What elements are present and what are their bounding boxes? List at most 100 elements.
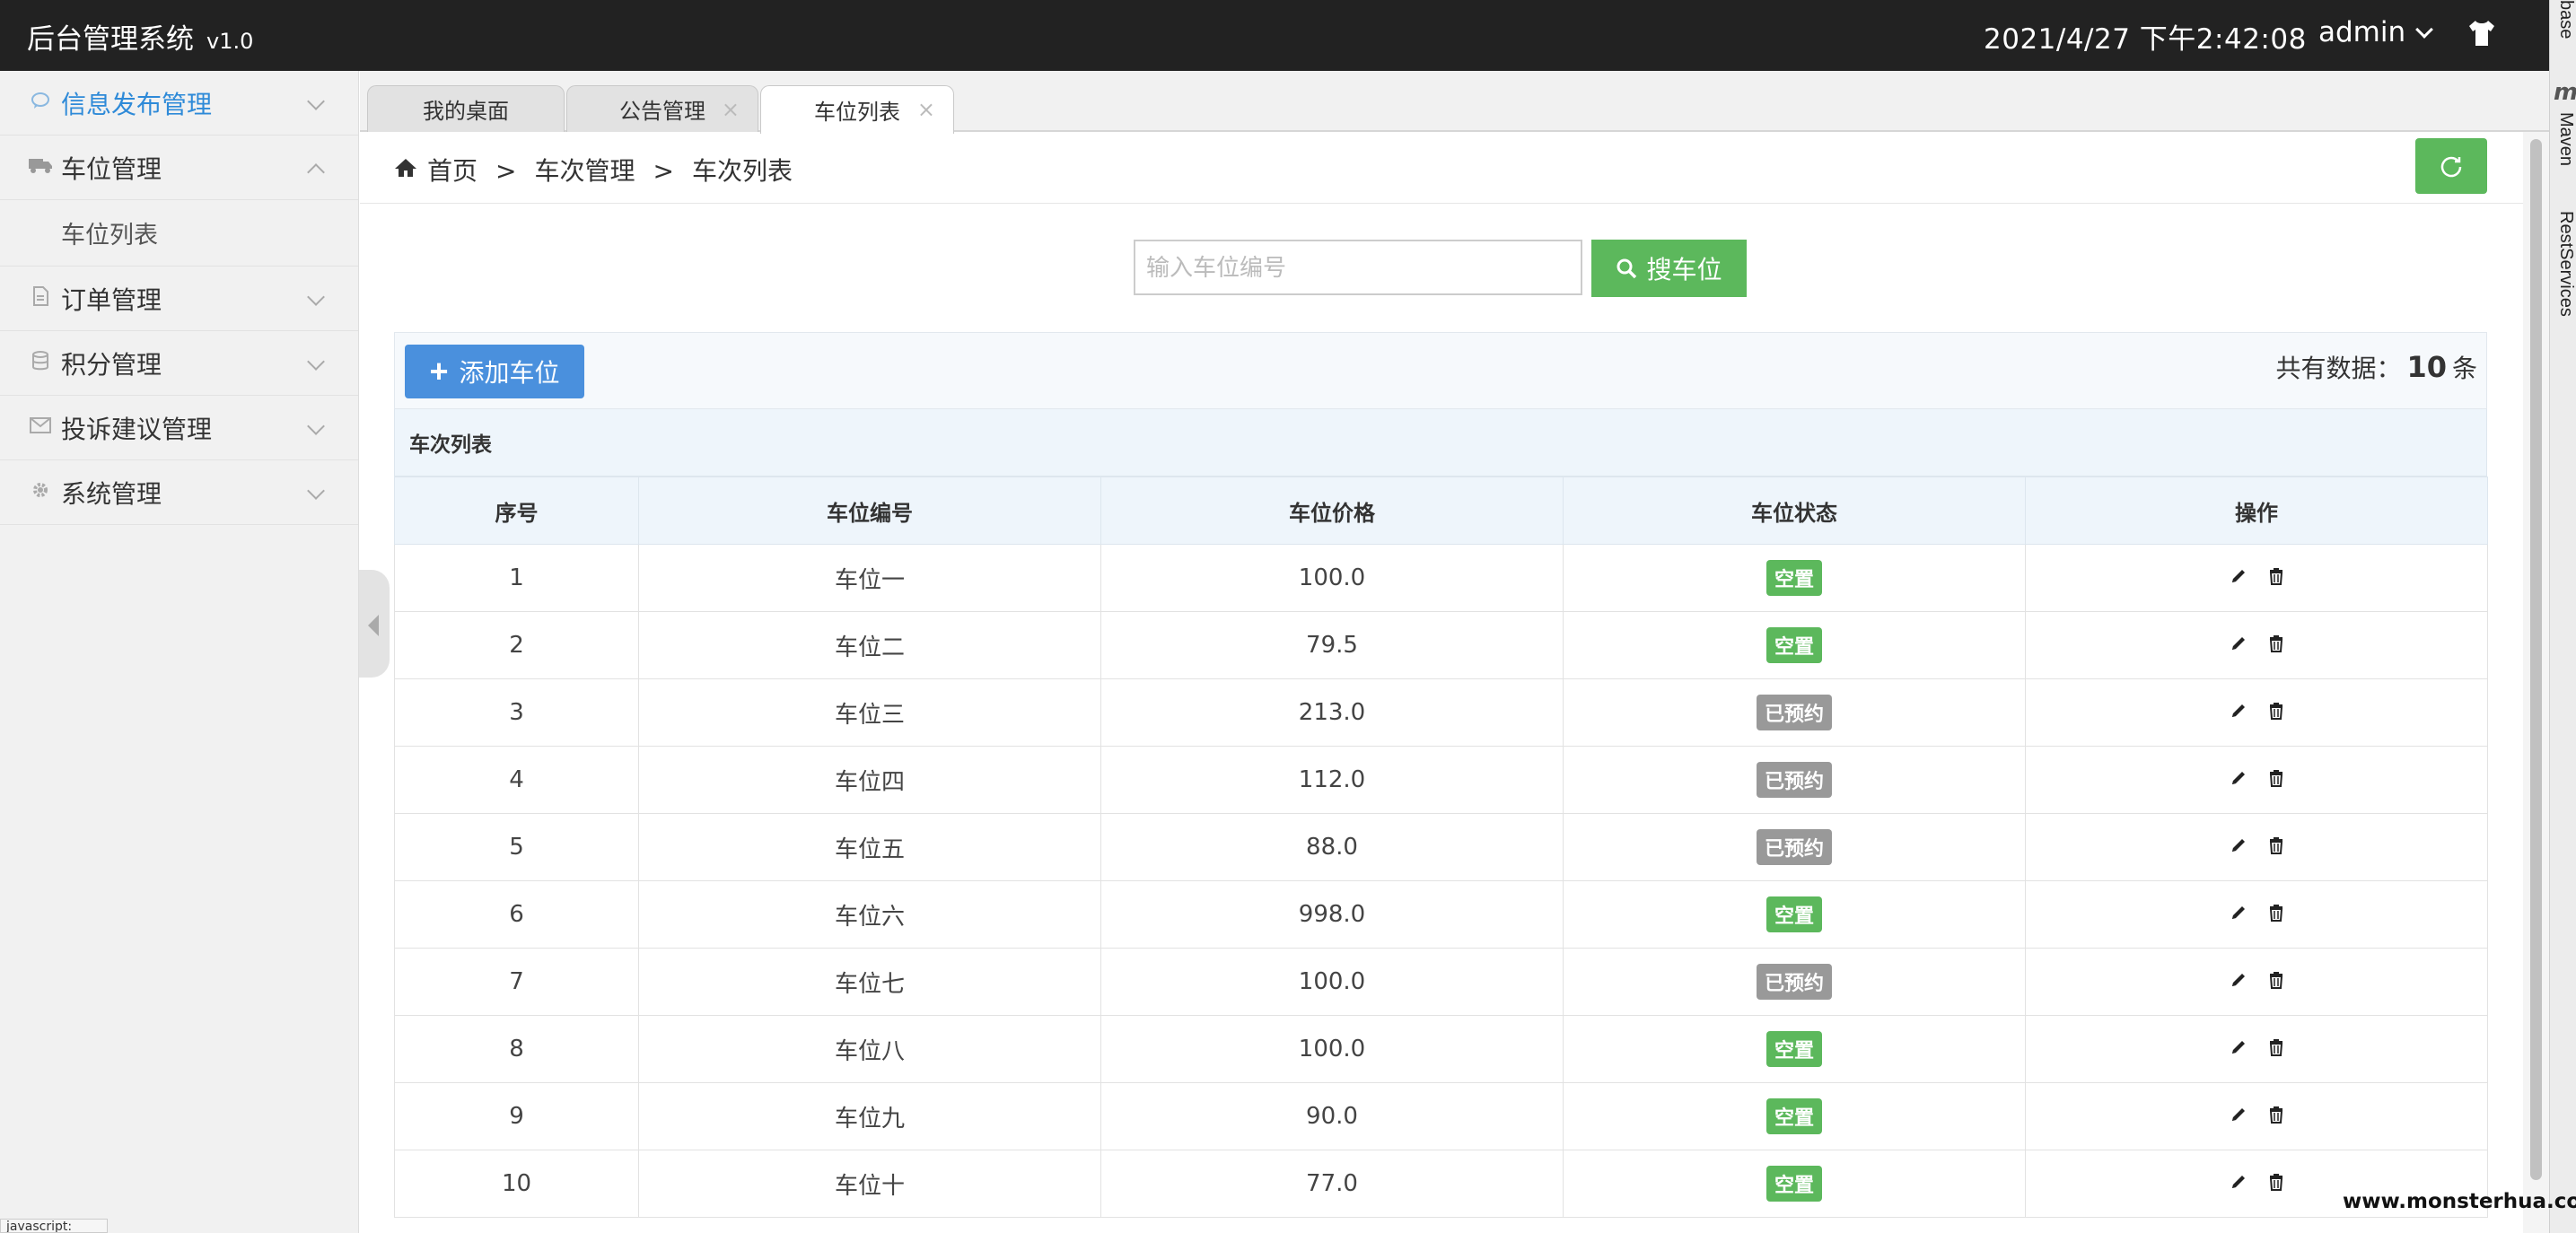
current-datetime: 2021/4/27 下午2:42:08 <box>1984 23 2307 56</box>
cell-actions <box>2025 678 2488 747</box>
chevron-down-icon <box>307 288 325 306</box>
status-badge: 已预约 <box>1756 762 1832 798</box>
search-icon <box>1617 258 1637 279</box>
tab-my-desktop[interactable]: 我的桌面 <box>367 85 565 132</box>
watermark: www.monsterhua.com <box>2343 1190 2576 1213</box>
table-header-row: 序号 车位编号 车位价格 车位状态 操作 <box>394 477 2488 545</box>
edit-icon[interactable] <box>2230 1173 2247 1191</box>
column-header-no: 序号 <box>394 477 639 545</box>
chevron-down-icon <box>307 353 325 371</box>
chevron-down-icon <box>307 92 325 110</box>
status-badge: 空置 <box>1766 1098 1822 1134</box>
cell-price: 100.0 <box>1100 544 1564 612</box>
sidebar-item-orders[interactable]: 订单管理 <box>0 267 358 331</box>
refresh-button[interactable] <box>2415 138 2487 194</box>
parking-table: 序号 车位编号 车位价格 车位状态 操作 1 车位一 100.0 空置 2 车位二 79.5… <box>394 477 2488 1218</box>
app-brand[interactable]: 后台管理系统 v1.0 <box>27 16 253 57</box>
cell-code: 车位七 <box>638 948 1101 1016</box>
delete-icon[interactable] <box>2269 769 2283 787</box>
delete-icon[interactable] <box>2269 1106 2283 1124</box>
gear-icon <box>27 480 54 505</box>
delete-icon[interactable] <box>2269 634 2283 652</box>
record-count: 共有数据： 10 条 <box>2275 349 2477 385</box>
add-button-label: 添加车位 <box>459 359 560 387</box>
sidebar-item-complaints[interactable]: 投诉建议管理 <box>0 396 358 460</box>
sidebar-item-info-publish[interactable]: 信息发布管理 <box>0 71 358 136</box>
close-icon[interactable]: × <box>722 97 740 122</box>
edit-icon[interactable] <box>2230 567 2247 585</box>
status-badge: 已预约 <box>1756 829 1832 865</box>
sidebar-item-parking[interactable]: 车位管理 <box>0 136 358 200</box>
status-badge: 已预约 <box>1756 964 1832 1000</box>
edit-icon[interactable] <box>2230 971 2247 989</box>
status-badge: 空置 <box>1766 627 1822 663</box>
cell-price: 112.0 <box>1100 746 1564 814</box>
chevron-down-icon <box>2415 21 2434 39</box>
delete-icon[interactable] <box>2269 1173 2283 1191</box>
delete-icon[interactable] <box>2269 971 2283 989</box>
parking-code-search-input[interactable] <box>1134 240 1582 295</box>
add-parking-button[interactable]: + 添加车位 <box>405 345 584 398</box>
cell-price: 213.0 <box>1100 678 1564 747</box>
cell-price: 77.0 <box>1100 1150 1564 1218</box>
cell-actions <box>2025 1015 2488 1083</box>
table-row: 6 车位六 998.0 空置 <box>394 880 2488 949</box>
delete-icon[interactable] <box>2269 904 2283 922</box>
cell-no: 9 <box>394 1082 639 1150</box>
close-icon[interactable]: × <box>917 97 935 122</box>
status-badge: 空置 <box>1766 1031 1822 1067</box>
cell-actions <box>2025 544 2488 612</box>
scrollbar-thumb[interactable] <box>2530 139 2542 1180</box>
cell-actions <box>2025 948 2488 1016</box>
breadcrumb-level1[interactable]: 车次管理 <box>534 156 635 186</box>
cell-no: 1 <box>394 544 639 612</box>
status-badge: 空置 <box>1766 1166 1822 1202</box>
delete-icon[interactable] <box>2269 1038 2283 1056</box>
sidebar-item-label: 信息发布管理 <box>61 89 213 119</box>
edit-icon[interactable] <box>2230 1106 2247 1124</box>
edit-icon[interactable] <box>2230 769 2247 787</box>
table-row: 1 车位一 100.0 空置 <box>394 544 2488 612</box>
ide-label-base[interactable]: base <box>2555 0 2576 39</box>
comment-icon <box>27 91 54 116</box>
edit-icon[interactable] <box>2230 634 2247 652</box>
search-parking-button[interactable]: 搜车位 <box>1591 240 1747 297</box>
sidebar-collapse-handle[interactable] <box>359 570 390 678</box>
cell-no: 3 <box>394 678 639 747</box>
edit-icon[interactable] <box>2230 702 2247 720</box>
user-menu[interactable]: admin <box>2318 16 2434 48</box>
table-title: 车次列表 <box>394 409 2487 477</box>
sidebar: 信息发布管理 车位管理 车位列表 订单管理 积分管理 投诉建议管理 系统管理 <box>0 71 359 1233</box>
sidebar-subitem-parking-list[interactable]: 车位列表 <box>0 200 358 267</box>
home-icon <box>395 159 416 177</box>
ide-label-restservices[interactable]: RestServices <box>2555 211 2576 317</box>
edit-icon[interactable] <box>2230 836 2247 854</box>
cell-code: 车位三 <box>638 678 1101 747</box>
user-name: admin <box>2318 16 2406 48</box>
edit-icon[interactable] <box>2230 1038 2247 1056</box>
sidebar-item-system[interactable]: 系统管理 <box>0 460 358 525</box>
tab-notice-management[interactable]: 公告管理 × <box>566 85 758 132</box>
edit-icon[interactable] <box>2230 904 2247 922</box>
tab-parking-list[interactable]: 车位列表 × <box>760 85 954 134</box>
delete-icon[interactable] <box>2269 702 2283 720</box>
table-row: 7 车位七 100.0 已预约 <box>394 948 2488 1016</box>
shirt-icon[interactable] <box>2466 18 2497 48</box>
table-row: 3 车位三 213.0 已预约 <box>394 678 2488 747</box>
breadcrumb-separator: > <box>495 156 517 186</box>
table-row: 10 车位十 77.0 空置 <box>394 1150 2488 1218</box>
cell-code: 车位八 <box>638 1015 1101 1083</box>
table-row: 9 车位九 90.0 空置 <box>394 1082 2488 1150</box>
cell-actions <box>2025 813 2488 881</box>
cell-price: 100.0 <box>1100 1015 1564 1083</box>
envelope-icon <box>27 416 54 439</box>
delete-icon[interactable] <box>2269 836 2283 854</box>
content-scrollbar[interactable] <box>2523 132 2549 1233</box>
sidebar-item-points[interactable]: 积分管理 <box>0 331 358 396</box>
refresh-icon <box>2440 156 2462 178</box>
ide-label-maven[interactable]: Maven <box>2555 112 2576 166</box>
breadcrumb-home[interactable]: 首页 <box>427 156 478 186</box>
sidebar-item-label: 订单管理 <box>61 284 162 315</box>
delete-icon[interactable] <box>2269 567 2283 585</box>
list-toolbar: + 添加车位 共有数据： 10 条 <box>394 332 2487 409</box>
